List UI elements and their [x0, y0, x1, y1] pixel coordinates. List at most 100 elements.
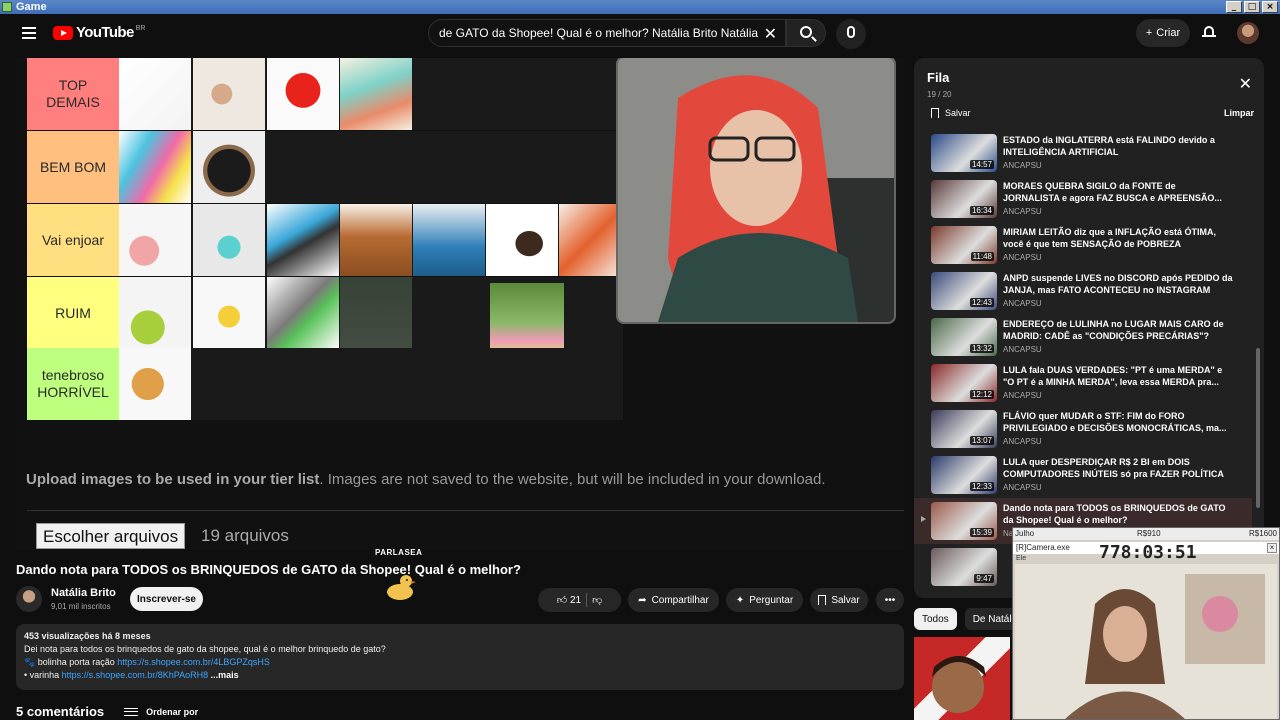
sort-comments-button[interactable]: Ordenar por [124, 707, 198, 717]
queue-item-channel: ANCAPSU [1003, 391, 1042, 400]
queue-thumbnail[interactable]: 12:33 [931, 456, 997, 494]
queue-item-title: FLÁVIO quer MUDAR o STF: FIM do FORO PRI… [1003, 411, 1227, 433]
save-label: Salvar [831, 594, 860, 606]
tier-row: TOP DEMAIS [27, 58, 623, 130]
toy-image [193, 204, 265, 276]
donation-amount: R$910 [1137, 529, 1161, 538]
camera-overlay-window[interactable]: Julho R$910 R$1600 [R]Camera.exe 778:03:… [1012, 527, 1280, 720]
queue-thumbnail[interactable]: 12:12 [931, 364, 997, 402]
maximize-button[interactable]: □ [1244, 1, 1260, 13]
account-avatar[interactable] [1237, 22, 1259, 44]
toy-image [119, 277, 191, 349]
clear-queue-button[interactable]: Limpar [1224, 108, 1254, 118]
queue-item[interactable]: 11:48 MIRIAM LEITÃO diz que a INFLAÇÃO es… [914, 222, 1252, 268]
close-queue-icon[interactable]: ✕ [1239, 74, 1252, 94]
channel-subscribers: 9,01 mil inscritos [51, 602, 111, 611]
dislike-button[interactable]: 👎︎ [592, 594, 602, 606]
bookmark-icon [818, 595, 827, 605]
more-actions-button[interactable]: ••• [876, 588, 904, 612]
search-query-text[interactable]: de GATO da Shopee! Qual é o melhor? Natá… [439, 26, 759, 40]
ask-button[interactable]: ✦ Perguntar [726, 588, 803, 612]
queue-item[interactable]: 12:43 ANPD suspende LIVES no DISCORD após… [914, 268, 1252, 314]
camera-person-icon [1015, 564, 1277, 719]
queue-item-channel: ANCAPSU [1003, 437, 1042, 446]
toy-image [119, 131, 191, 203]
save-queue-button[interactable]: Salvar [931, 108, 971, 118]
clear-search-icon[interactable]: ✕ [764, 24, 777, 44]
toy-image [267, 204, 339, 276]
queue-thumbnail[interactable]: 13:07 [931, 410, 997, 448]
voice-search-button[interactable] [836, 19, 866, 49]
shopee-link[interactable]: https://s.shopee.com.br/4LBGPZqsHS [117, 657, 270, 667]
youtube-logo[interactable]: YouTube BR [53, 24, 145, 41]
video-title: Dando nota para TODOS os BRINQUEDOS de G… [16, 562, 521, 577]
streamer-webcam [618, 58, 894, 322]
queue-thumbnail[interactable]: 15:39 [931, 502, 997, 540]
queue-item-title: MIRIAM LEITÃO diz que a INFLAÇÃO está ÓT… [1003, 227, 1217, 249]
queue-item[interactable]: 13:32 ENDEREÇO de LULINHA no LUGAR MAIS C… [914, 314, 1252, 360]
channel-name[interactable]: Natália Brito [51, 587, 116, 599]
duck-icon [387, 575, 416, 600]
notifications-bell-icon[interactable] [1202, 25, 1216, 39]
camera-subtitle: Ele [1016, 555, 1027, 562]
queue-item-title: ANPD suspende LIVES no DISCORD após PEDI… [1003, 273, 1233, 295]
video-duration: 14:57 [969, 160, 994, 169]
search-input[interactable]: de GATO da Shopee! Qual é o melhor? Natá… [428, 19, 786, 47]
queue-panel: Fila 19 / 20 ✕ Salvar Limpar 14:57 ESTADO… [914, 58, 1264, 598]
video-player[interactable]: TOP DEMAIS BEM BOM Vai enjoar RUIM teneb… [16, 58, 904, 550]
share-label: Compartilhar [651, 594, 709, 606]
queue-item-channel: ANCAPSU [1003, 299, 1042, 308]
queue-thumbnail[interactable]: 16:34 [931, 180, 997, 218]
recommended-video-thumbnail[interactable] [914, 637, 1010, 720]
create-label: Criar [1156, 27, 1181, 39]
hamburger-menu-icon[interactable] [22, 27, 36, 39]
video-description[interactable]: 453 visualizações há 8 meses Dei nota pa… [16, 624, 904, 690]
minimize-button[interactable]: _ [1226, 1, 1242, 13]
tier-label: Vai enjoar [27, 204, 119, 276]
queue-item[interactable]: 14:57 ESTADO da INGLATERRA está FALINDO d… [914, 130, 1252, 176]
toy-image [490, 283, 564, 355]
queue-item-channel: ANCAPSU [1003, 161, 1042, 170]
save-video-button[interactable]: Salvar [810, 588, 868, 612]
queue-item-channel: ANCAPSU [1003, 345, 1042, 354]
tier-row: tenebroso HORRÍVEL [27, 348, 623, 420]
youtube-play-icon [53, 25, 73, 40]
recommended-face-icon [932, 656, 986, 713]
video-duration: 11:48 [970, 252, 994, 261]
queue-thumbnail[interactable]: 12:43 [931, 272, 997, 310]
like-count: 21 [569, 595, 582, 606]
queue-item-title: MORAES QUEBRA SIGILO da FONTE de JORNALI… [1003, 181, 1222, 203]
queue-item[interactable]: 13:07 FLÁVIO quer MUDAR o STF: FIM do FOR… [914, 406, 1252, 452]
channel-avatar[interactable] [16, 586, 42, 612]
queue-item[interactable]: 12:12 LULA fala DUAS VERDADES: "PT é uma … [914, 360, 1252, 406]
sparkle-icon: ✦ [735, 594, 745, 606]
toy-image [559, 204, 623, 276]
shopee-link[interactable]: https://s.shopee.com.br/8KhPAoRH8 [62, 670, 208, 680]
app-icon [2, 2, 12, 12]
choose-files-button[interactable]: Escolher arquivos [36, 523, 186, 549]
queue-thumbnail[interactable]: 14:57 [931, 134, 997, 172]
tier-label: TOP DEMAIS [27, 58, 119, 130]
like-button[interactable]: 👍︎ 21 [557, 594, 581, 606]
queue-thumbnail[interactable]: 13:32 [931, 318, 997, 356]
queue-thumbnail[interactable]: 11:48 [931, 226, 997, 264]
plus-icon: + [1145, 27, 1153, 39]
chip-all[interactable]: Todos [914, 608, 957, 630]
comment-count: 5 comentários [16, 704, 105, 719]
subscribe-button[interactable]: Inscrever-se [130, 587, 203, 611]
close-window-button[interactable]: × [1262, 1, 1278, 13]
video-duration: 12:33 [969, 482, 994, 491]
toy-image [119, 348, 191, 420]
queue-item[interactable]: 16:34 MORAES QUEBRA SIGILO da FONTE de JO… [914, 176, 1252, 222]
queue-item[interactable]: 12:33 LULA quer DESPERDIÇAR R$ 2 BI em DO… [914, 452, 1252, 498]
queue-thumbnail[interactable]: 9:47 [931, 548, 997, 586]
show-more-link[interactable]: ...mais [211, 670, 239, 680]
donation-bar: Julho R$910 R$1600 [1013, 528, 1279, 540]
share-button[interactable]: ➦ Compartilhar [628, 588, 719, 612]
search-button[interactable] [786, 19, 826, 47]
queue-scrollbar[interactable] [1256, 348, 1260, 508]
create-button[interactable]: + Criar [1136, 19, 1190, 47]
close-camera-icon[interactable]: × [1267, 543, 1277, 553]
youtube-header: YouTube BR de GATO da Shopee! Qual é o m… [0, 14, 1280, 54]
logo-region: BR [135, 25, 146, 32]
